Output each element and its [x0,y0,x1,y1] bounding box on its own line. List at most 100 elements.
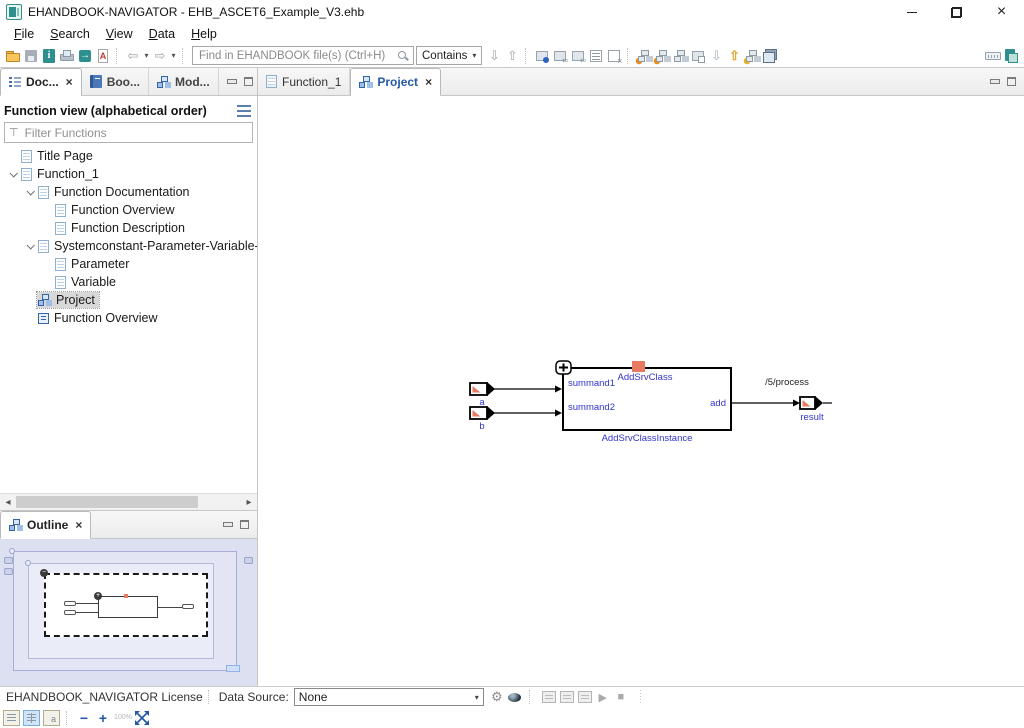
drag-handle[interactable] [636,690,646,704]
save-icon[interactable] [22,47,40,65]
experiment-view-icon[interactable] [576,688,594,706]
minimize-panel-button[interactable] [223,522,233,527]
tree-item-function-documentation[interactable]: Function Documentation [0,183,257,201]
function-view-title: Function view (alphabetical order) [4,104,237,118]
tree-item-variable[interactable]: Variable [0,273,257,291]
arrow-down-icon[interactable] [485,47,503,65]
close-window-button[interactable]: × [979,0,1024,24]
chip-prev-icon[interactable] [569,47,587,65]
chip-go-icon[interactable] [533,47,551,65]
tab-project[interactable]: Project × [350,68,441,96]
menu-help[interactable]: Help [183,27,225,41]
minimize-panel-button[interactable] [990,79,1000,84]
keyboard-icon[interactable] [984,47,1002,65]
tree-item-title-page[interactable]: Title Page [0,147,257,165]
tree-item-function-1[interactable]: Function_1 [0,165,257,183]
chevron-expanded-icon[interactable] [23,243,37,249]
menu-search[interactable]: Search [42,27,98,41]
block-marker-icon[interactable] [632,361,645,372]
filter-input[interactable] [23,125,248,141]
tree-item-parameter[interactable]: Parameter [0,255,257,273]
minimap-viewport-indicator[interactable] [226,665,240,672]
outline-minimap[interactable]: − + [0,539,257,686]
input-port-b[interactable] [470,406,495,420]
single-page-view-icon[interactable] [3,710,20,726]
annotation-view-icon[interactable] [43,710,60,726]
tab-models[interactable]: Mod... [149,68,219,95]
tree-grey-icon[interactable] [671,47,689,65]
nav-toolbar-group [124,47,178,65]
output-port-result[interactable] [800,396,832,410]
minimize-window-button[interactable] [889,0,934,24]
find-input[interactable] [197,49,394,63]
play-icon[interactable] [594,688,612,706]
search-icon[interactable] [394,47,412,65]
list-view-icon[interactable] [587,47,605,65]
zoom-out-button[interactable]: − [76,709,92,727]
close-tab-icon[interactable]: × [75,518,82,532]
minimize-panel-button[interactable] [227,79,237,84]
tab-function-1[interactable]: Function_1 [258,68,350,95]
table-view-icon[interactable] [605,47,623,65]
scroll-left-icon[interactable]: ◂ [0,497,16,508]
view-menu-icon[interactable] [237,105,251,117]
pdf-icon[interactable] [94,47,112,65]
book-view-icon[interactable] [23,710,40,726]
print-icon[interactable] [58,47,76,65]
tree-find-a-icon[interactable] [653,47,671,65]
zoom-reset-button[interactable]: 100% [114,714,132,721]
restore-window-button[interactable] [934,0,979,24]
tree-item-project[interactable]: Project [0,291,257,309]
maximize-panel-button[interactable] [1007,77,1016,86]
chevron-expanded-icon[interactable] [6,171,20,177]
close-tab-icon[interactable]: × [425,75,432,89]
open-folder-icon[interactable] [4,47,22,65]
maximize-panel-button[interactable] [240,520,249,529]
data-source-select[interactable]: None ▾ [294,688,484,706]
info-book-icon[interactable] [40,47,58,65]
app-window-icon[interactable] [1002,47,1020,65]
close-tab-icon[interactable]: × [66,75,73,89]
menu-view[interactable]: View [98,27,141,41]
tree-add-icon[interactable] [635,47,653,65]
arrow-up-icon[interactable] [503,47,521,65]
scrollbar-thumb[interactable] [16,496,198,508]
stop-icon[interactable] [612,688,630,706]
tree-item-function-overview[interactable]: Function Overview [0,201,257,219]
tab-documents[interactable]: Doc... × [0,68,82,96]
input-port-a[interactable] [470,382,495,396]
horizontal-scrollbar[interactable]: ◂ ▸ [0,493,257,510]
layers-icon[interactable] [761,47,779,65]
lens-icon[interactable] [506,688,524,706]
dropdown-icon[interactable] [142,47,151,65]
zoom-in-button[interactable]: + [95,709,111,727]
diagram-canvas[interactable]: a b AddSrvCl [258,96,1024,686]
tree-gold-c-icon[interactable] [743,47,761,65]
tab-books[interactable]: Boo... [82,68,149,95]
gear-icon[interactable] [488,688,506,706]
fit-to-screen-button[interactable] [135,711,149,725]
link-icon[interactable] [689,47,707,65]
tree-item-label: Function_1 [37,167,99,181]
menu-data[interactable]: Data [141,27,183,41]
expand-icon[interactable] [556,361,571,374]
chip-back-icon[interactable] [551,47,569,65]
menu-file[interactable]: File [6,27,42,41]
experiment-icon[interactable] [540,688,558,706]
down-filled-icon[interactable] [707,47,725,65]
experiment-config-icon[interactable] [558,688,576,706]
block-diagram[interactable]: a b AddSrvCl [460,356,840,448]
tree-item-systemconstant-parameter-variable-cl[interactable]: Systemconstant-Parameter-Variable-Cl [0,237,257,255]
chevron-expanded-icon[interactable] [23,189,37,195]
dropdown-icon[interactable] [169,47,178,65]
tab-outline[interactable]: Outline × [0,511,91,539]
tree-item-function-overview[interactable]: Function Overview [0,309,257,327]
tree-item-function-description[interactable]: Function Description [0,219,257,237]
export-icon[interactable] [76,47,94,65]
maximize-panel-button[interactable] [244,77,253,86]
scroll-right-icon[interactable]: ▸ [241,497,257,508]
nav-back-icon[interactable] [124,47,142,65]
up-gold-icon[interactable] [725,47,743,65]
contains-dropdown[interactable]: Contains ▾ [416,46,482,65]
nav-forward-icon[interactable] [151,47,169,65]
